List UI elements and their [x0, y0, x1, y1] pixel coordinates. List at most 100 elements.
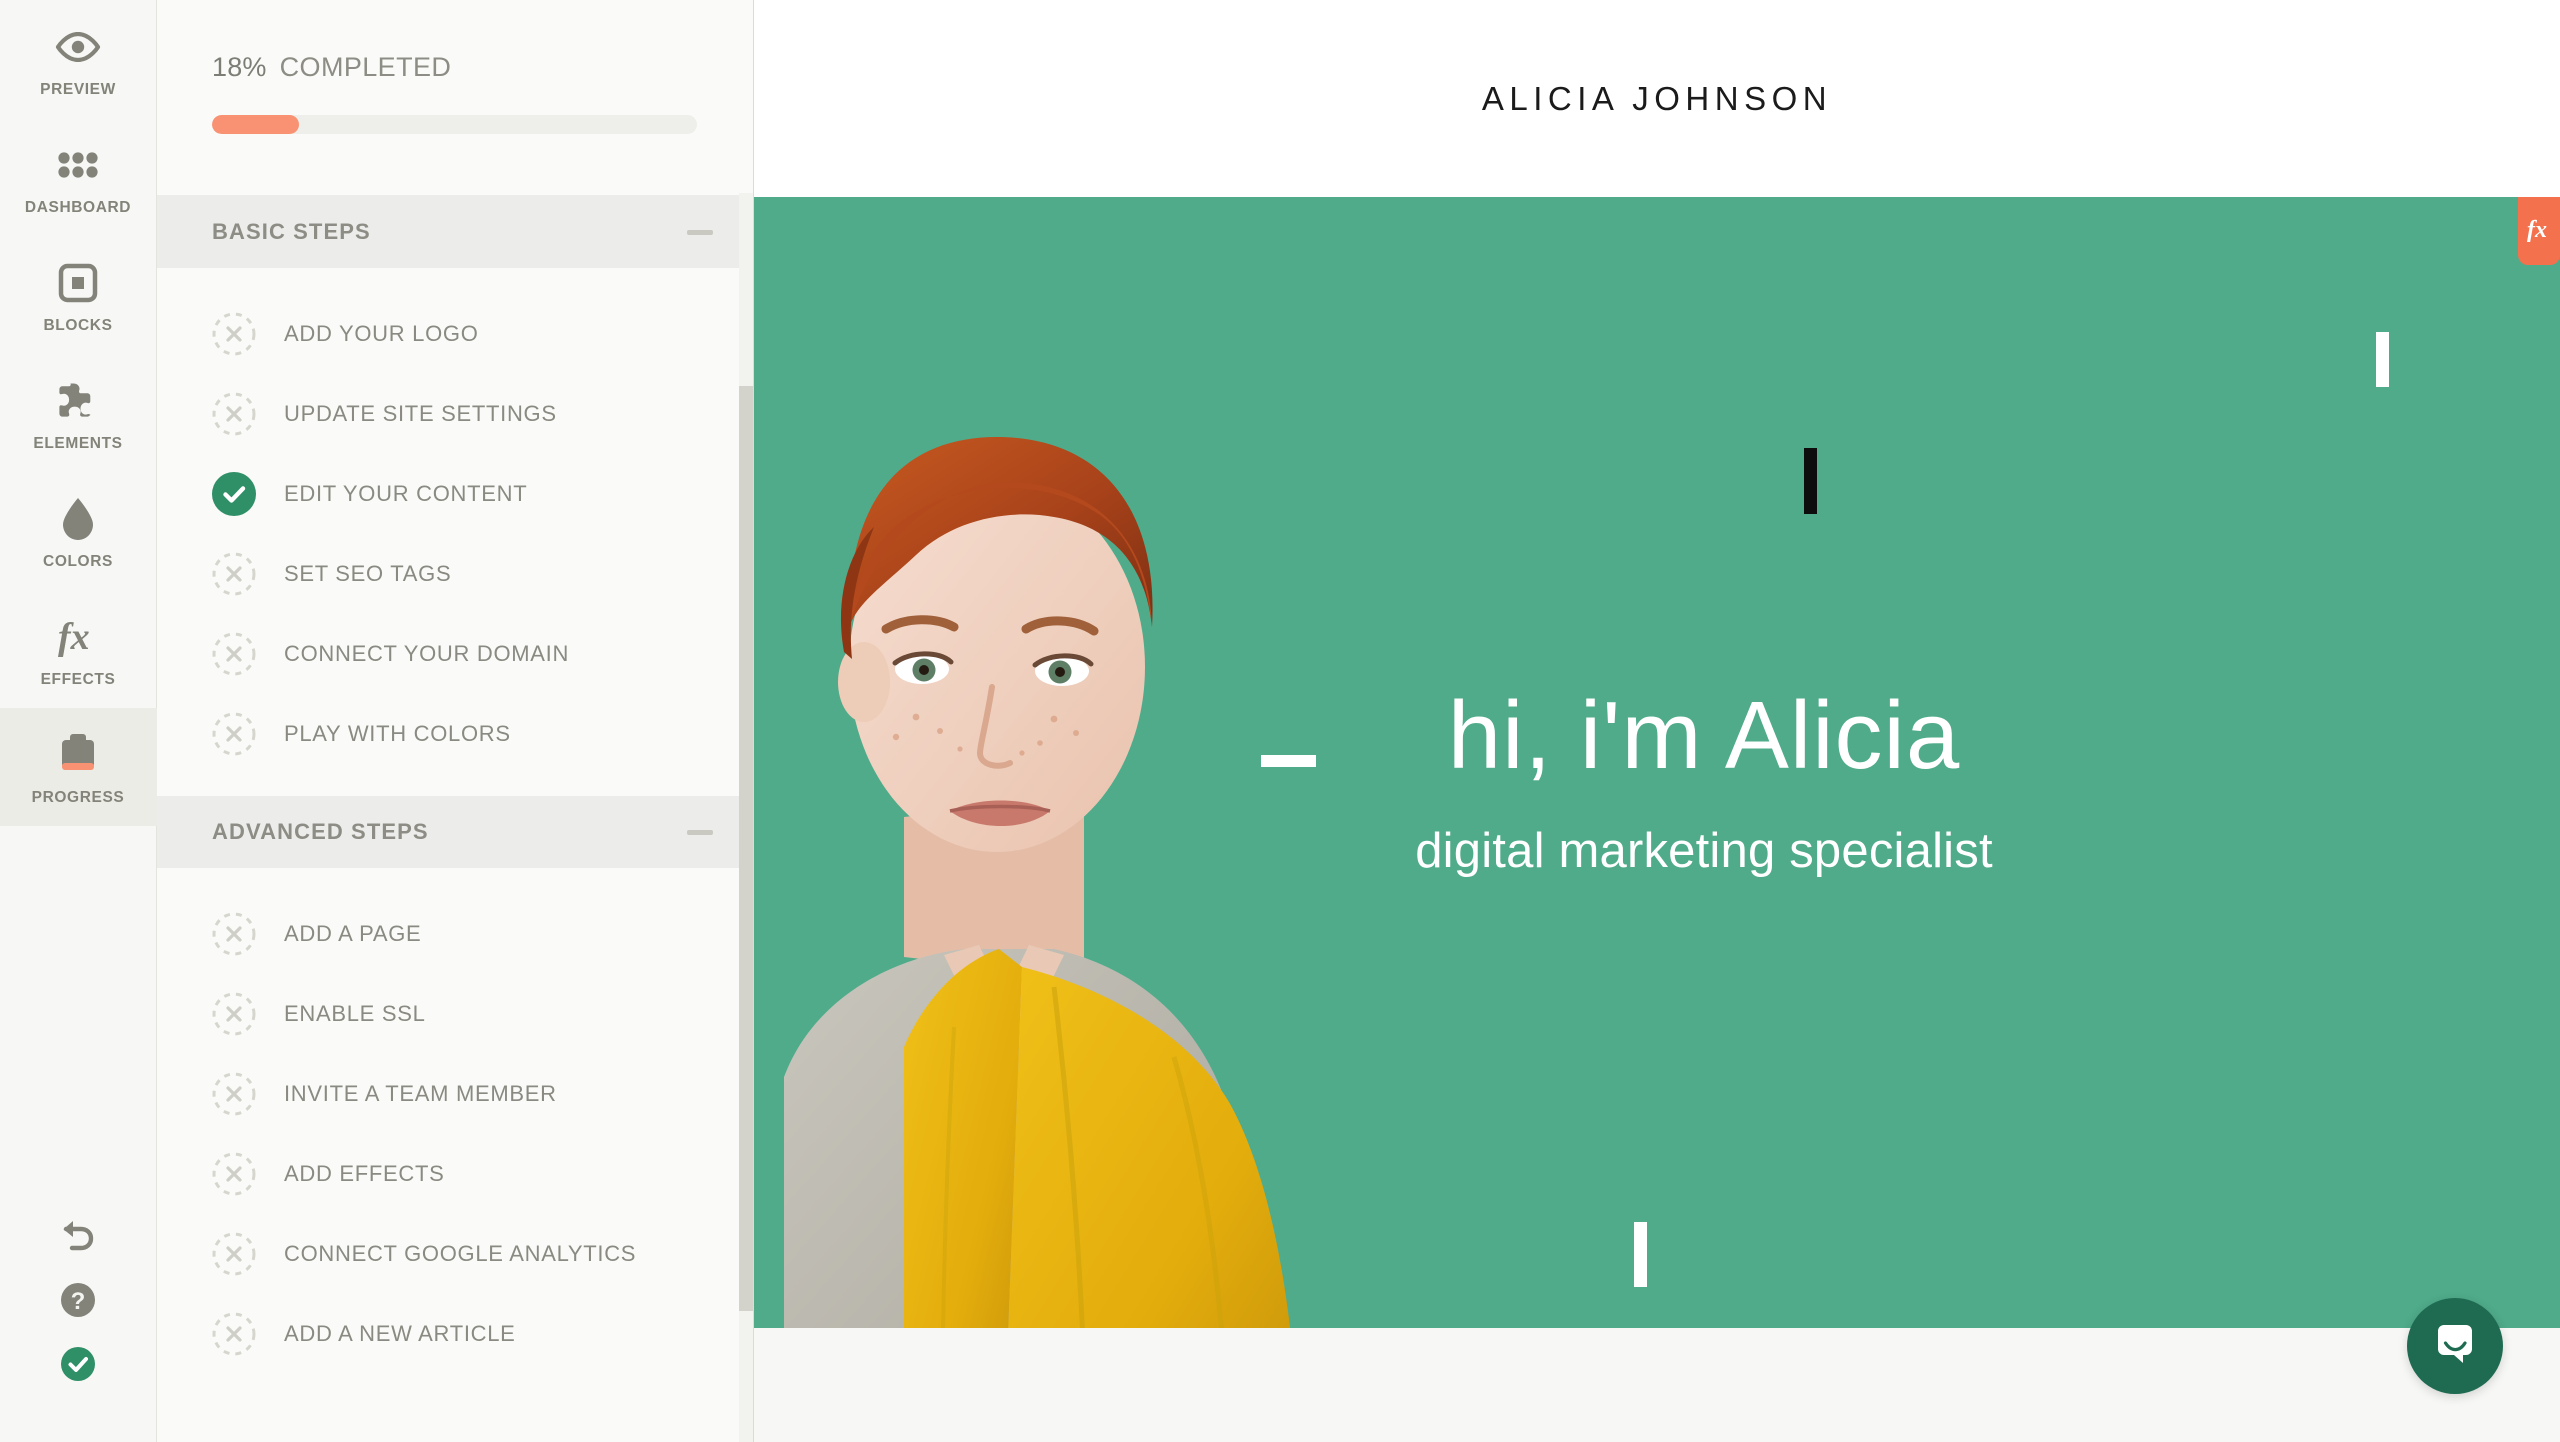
step-label: PLAY WITH COLORS: [284, 721, 511, 746]
step-item[interactable]: ADD A NEW ARTICLE: [157, 1294, 753, 1374]
step-label: CONNECT GOOGLE ANALYTICS: [284, 1241, 637, 1266]
step-pending-x-icon: [212, 632, 256, 676]
progress-summary: 18% COMPLETED: [157, 0, 753, 196]
steps-sections: BASIC STEPS ADD YOUR LOGO UPDATE SITE SETT…: [157, 196, 753, 1396]
step-pending-x-icon: [212, 1072, 256, 1116]
step-item[interactable]: CONNECT GOOGLE ANALYTICS: [157, 1214, 753, 1294]
step-label: SET SEO TAGS: [284, 561, 452, 586]
blocks-icon: [50, 255, 106, 311]
chat-launcher-button[interactable]: [2407, 1298, 2503, 1394]
step-item[interactable]: ADD YOUR LOGO: [157, 294, 753, 374]
step-pending-x-icon: [212, 552, 256, 596]
droplet-icon: [50, 491, 106, 547]
decoration-mark-vertical-bottom: [1634, 1222, 1647, 1287]
step-label: UPDATE SITE SETTINGS: [284, 401, 557, 426]
svg-text:?: ?: [71, 1288, 86, 1315]
fx-icon: fx: [50, 609, 106, 665]
section-body: ADD YOUR LOGO UPDATE SITE SETTINGS EDIT YO…: [157, 268, 753, 796]
progress-bar-fill: [212, 115, 300, 134]
rail-label-dashboard: DASHBOARD: [24, 199, 132, 216]
step-item[interactable]: UPDATE SITE SETTINGS: [157, 374, 753, 454]
step-pending-x-icon: [212, 392, 256, 436]
collapse-minus-icon[interactable]: [687, 229, 713, 235]
section-title: ADVANCED STEPS: [212, 819, 429, 844]
publish-button[interactable]: [0, 1334, 157, 1398]
rail-item-effects[interactable]: fx EFFECTS: [0, 590, 157, 708]
rail-item-preview[interactable]: PREVIEW: [0, 0, 157, 118]
svg-text:fx: fx: [2527, 217, 2547, 243]
site-preview: ALICIA JOHNSON hi, i'm Alicia digital ma…: [754, 0, 2560, 1442]
site-content-below-hero: [754, 1328, 2560, 1442]
undo-icon: [58, 1218, 98, 1259]
fx-badge-icon: fx: [2524, 214, 2554, 249]
collapse-minus-icon[interactable]: [687, 829, 713, 835]
step-pending-x-icon: [212, 712, 256, 756]
section-title: BASIC STEPS: [212, 219, 371, 244]
step-item[interactable]: CONNECT YOUR DOMAIN: [157, 614, 753, 694]
step-item[interactable]: ENABLE SSL: [157, 974, 753, 1054]
rail-item-elements[interactable]: ELEMENTS: [0, 354, 157, 472]
step-item[interactable]: EDIT YOUR CONTENT: [157, 454, 753, 534]
rail-label-progress: PROGRESS: [31, 789, 125, 806]
rail-item-progress[interactable]: PROGRESS: [0, 708, 157, 826]
hero-subheading[interactable]: digital marketing specialist: [1154, 823, 2254, 879]
hero-text-block[interactable]: hi, i'm Alicia digital marketing special…: [1154, 685, 2254, 879]
text-cursor-caret: [1804, 448, 1817, 514]
step-item[interactable]: ADD EFFECTS: [157, 1134, 753, 1214]
progress-bar-track: [212, 115, 697, 134]
panel-scrollbar-thumb[interactable]: [739, 386, 753, 1311]
step-label: ADD A NEW ARTICLE: [284, 1321, 516, 1346]
section-header-basic-steps[interactable]: BASIC STEPS: [157, 196, 753, 268]
step-item[interactable]: SET SEO TAGS: [157, 534, 753, 614]
step-item[interactable]: PLAY WITH COLORS: [157, 694, 753, 774]
rail-item-dashboard[interactable]: DASHBOARD: [0, 118, 157, 236]
puzzle-icon: [50, 373, 106, 429]
step-item[interactable]: ADD A PAGE: [157, 894, 753, 974]
progress-percent: 18%: [212, 52, 267, 82]
rail-label-preview: PREVIEW: [40, 81, 116, 98]
grid-dots-icon: [50, 137, 106, 193]
step-label: EDIT YOUR CONTENT: [284, 481, 528, 506]
step-pending-x-icon: [212, 912, 256, 956]
rail-item-blocks[interactable]: BLOCKS: [0, 236, 157, 354]
svg-text:fx: fx: [58, 616, 90, 658]
progress-text-row: 18% COMPLETED: [212, 52, 698, 83]
fx-badge-button[interactable]: fx: [2518, 197, 2560, 265]
step-label: INVITE A TEAM MEMBER: [284, 1081, 557, 1106]
step-item[interactable]: INVITE A TEAM MEMBER: [157, 1054, 753, 1134]
eye-icon: [50, 19, 106, 75]
step-pending-x-icon: [212, 1152, 256, 1196]
hero-heading[interactable]: hi, i'm Alicia: [1154, 685, 2254, 787]
rail-label-blocks: BLOCKS: [43, 317, 113, 334]
step-label: ENABLE SSL: [284, 1001, 426, 1026]
panel-scrollbar-track[interactable]: [739, 193, 753, 1442]
step-label: ADD EFFECTS: [284, 1161, 445, 1186]
rail-item-colors[interactable]: COLORS: [0, 472, 157, 590]
rail-label-elements: ELEMENTS: [33, 435, 123, 452]
section-body: ADD A PAGE ENABLE SSL INVITE A TEAM MEMBER…: [157, 868, 753, 1396]
step-done-check-icon: [212, 472, 256, 516]
chat-bubble-icon: [2430, 1319, 2480, 1374]
hero-section[interactable]: hi, i'm Alicia digital marketing special…: [754, 197, 2560, 1328]
editor-root: PREVIEW DASHBOARD BLOCKS ELEMENTS COLORS…: [0, 0, 2560, 1442]
rail-label-colors: COLORS: [43, 553, 113, 570]
step-label: ADD A PAGE: [284, 921, 422, 946]
step-pending-x-icon: [212, 312, 256, 356]
decoration-mark-vertical-top-right: [2376, 332, 2389, 387]
help-button[interactable]: ?: [0, 1270, 157, 1334]
undo-button[interactable]: [0, 1206, 157, 1270]
step-label: ADD YOUR LOGO: [284, 321, 479, 346]
step-pending-x-icon: [212, 1312, 256, 1356]
rail-label-effects: EFFECTS: [40, 671, 116, 688]
battery-icon: [50, 727, 106, 783]
site-header: ALICIA JOHNSON: [754, 0, 2560, 197]
help-icon: ?: [60, 1282, 96, 1323]
left-nav-rail: PREVIEW DASHBOARD BLOCKS ELEMENTS COLORS…: [0, 0, 157, 1442]
step-pending-x-icon: [212, 992, 256, 1036]
rail-bottom-actions: ?: [0, 1206, 157, 1442]
section-header-advanced-steps[interactable]: ADVANCED STEPS: [157, 796, 753, 868]
check-icon: [60, 1346, 96, 1387]
progress-completed-label: COMPLETED: [279, 52, 452, 82]
step-label: CONNECT YOUR DOMAIN: [284, 641, 570, 666]
site-brand-title: ALICIA JOHNSON: [1481, 79, 1833, 117]
